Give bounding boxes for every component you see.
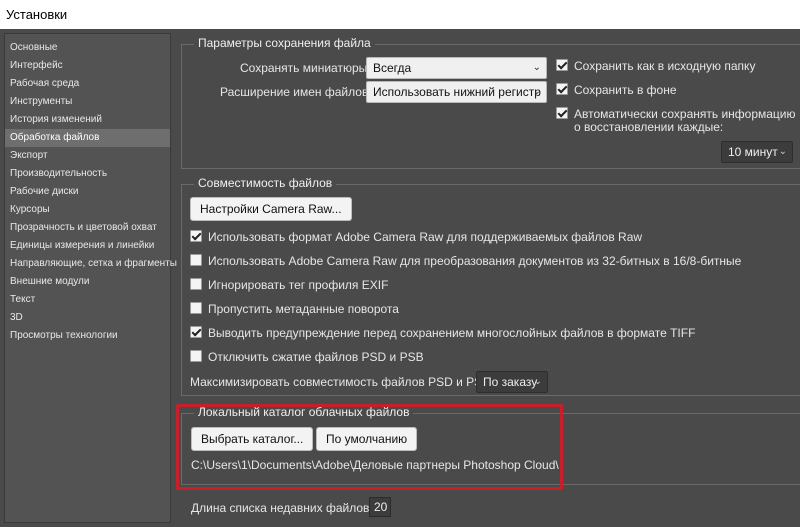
- thumbnails-value: Всегда: [373, 61, 412, 75]
- sidebar-item-performance[interactable]: Производительность: [5, 165, 170, 183]
- autosave-checkbox[interactable]: [556, 106, 568, 119]
- sidebar-item-type[interactable]: Текст: [5, 291, 170, 309]
- camera-raw-settings-button[interactable]: Настройки Camera Raw...: [190, 197, 352, 221]
- save-original-folder-label: Сохранить как в исходную папку: [574, 58, 756, 73]
- compat-option-32bit[interactable]: Использовать Adobe Camera Raw для преобр…: [190, 253, 741, 269]
- save-original-folder-option[interactable]: Сохранить как в исходную папку: [556, 58, 755, 74]
- compat-checkbox-rotation[interactable]: [190, 301, 202, 314]
- maximize-compat-select[interactable]: По заказу ⌄: [476, 371, 548, 393]
- sidebar-item-tools[interactable]: Инструменты: [5, 93, 170, 111]
- compat-option-tiff-warning[interactable]: Выводить предупреждение перед сохранение…: [190, 325, 695, 341]
- sidebar-item-interface[interactable]: Интерфейс: [5, 57, 170, 75]
- compat-option-psd-compression[interactable]: Отключить сжатие файлов PSD и PSB: [190, 349, 424, 365]
- compatibility-title: Совместимость файлов: [194, 176, 337, 190]
- compat-checkbox-psd-compression[interactable]: [190, 349, 202, 362]
- save-background-option[interactable]: Сохранить в фоне: [556, 82, 677, 98]
- chevron-down-icon: ⌄: [532, 86, 541, 97]
- compat-label-camera-raw: Использовать формат Adobe Camera Raw для…: [208, 229, 643, 244]
- sidebar-item-plugins[interactable]: Внешние модули: [5, 273, 170, 291]
- recent-files-label: Длина списка недавних файлов:: [191, 501, 373, 515]
- window-title: Установки: [6, 7, 68, 22]
- sidebar-item-history[interactable]: История изменений: [5, 111, 170, 129]
- autosave-interval-select[interactable]: 10 минут ⌄: [721, 141, 793, 163]
- sidebar-item-export[interactable]: Экспорт: [5, 147, 170, 165]
- extension-label: Расширение имен файлов:: [220, 85, 372, 99]
- extension-select[interactable]: Использовать нижний регистр ⌄: [366, 81, 547, 103]
- compat-option-rotation[interactable]: Пропустить метаданные поворота: [190, 301, 399, 317]
- sidebar-item-general[interactable]: Основные: [5, 39, 170, 57]
- sidebar-item-3d[interactable]: 3D: [5, 309, 170, 327]
- sidebar-item-scratch-disks[interactable]: Рабочие диски: [5, 183, 170, 201]
- recent-files-count-input[interactable]: 20: [369, 497, 391, 517]
- extension-value: Использовать нижний регистр: [373, 85, 541, 99]
- sidebar-item-guides[interactable]: Направляющие, сетка и фрагменты: [5, 255, 177, 273]
- compat-checkbox-tiff-warning[interactable]: [190, 325, 202, 338]
- sidebar-item-tech-previews[interactable]: Просмотры технологии: [5, 327, 170, 345]
- autosave-interval-value: 10 минут: [728, 145, 778, 159]
- save-options-title: Параметры сохранения файла: [194, 36, 375, 50]
- compat-checkbox-exif[interactable]: [190, 277, 202, 290]
- save-background-label: Сохранить в фоне: [574, 82, 677, 97]
- compat-checkbox-32bit[interactable]: [190, 253, 202, 266]
- maximize-compat-label: Максимизировать совместимость файлов PSD…: [190, 375, 494, 389]
- chevron-down-icon: ⌄: [532, 62, 541, 73]
- compat-label-rotation: Пропустить метаданные поворота: [208, 301, 399, 316]
- sidebar-item-workspace[interactable]: Рабочая среда: [5, 75, 170, 93]
- sidebar-item-cursors[interactable]: Курсоры: [5, 201, 170, 219]
- autosave-label-line1: Автоматически сохранять информацию: [574, 106, 796, 121]
- sidebar-item-file-handling[interactable]: Обработка файлов: [5, 129, 170, 147]
- compat-label-tiff-warning: Выводить предупреждение перед сохранение…: [208, 325, 696, 340]
- red-highlight-frame: [176, 404, 563, 490]
- thumbnails-select[interactable]: Всегда ⌄: [366, 57, 547, 79]
- save-background-checkbox[interactable]: [556, 82, 568, 95]
- chevron-down-icon: ⌄: [778, 146, 787, 157]
- compat-label-exif: Игнорировать тег профиля EXIF: [208, 277, 389, 292]
- maximize-compat-value: По заказу: [483, 375, 538, 389]
- compat-option-camera-raw[interactable]: Использовать формат Adobe Camera Raw для…: [190, 229, 642, 245]
- sidebar-item-transparency[interactable]: Прозрачность и цветовой охват: [5, 219, 170, 237]
- compat-label-psd-compression: Отключить сжатие файлов PSD и PSB: [208, 349, 424, 364]
- save-original-folder-checkbox[interactable]: [556, 58, 568, 71]
- compat-label-32bit: Использовать Adobe Camera Raw для преобр…: [208, 253, 742, 268]
- compat-checkbox-camera-raw[interactable]: [190, 229, 202, 242]
- sidebar-item-units[interactable]: Единицы измерения и линейки: [5, 237, 170, 255]
- chevron-down-icon: ⌄: [533, 376, 542, 387]
- preferences-sidebar: Основные Интерфейс Рабочая среда Инструм…: [4, 33, 177, 523]
- thumbnails-label: Сохранять миниатюры:: [240, 61, 371, 75]
- compat-option-exif[interactable]: Игнорировать тег профиля EXIF: [190, 277, 388, 293]
- autosave-label-line2: о восстановлении каждые:: [574, 120, 724, 134]
- window-titlebar: Установки: [0, 0, 800, 29]
